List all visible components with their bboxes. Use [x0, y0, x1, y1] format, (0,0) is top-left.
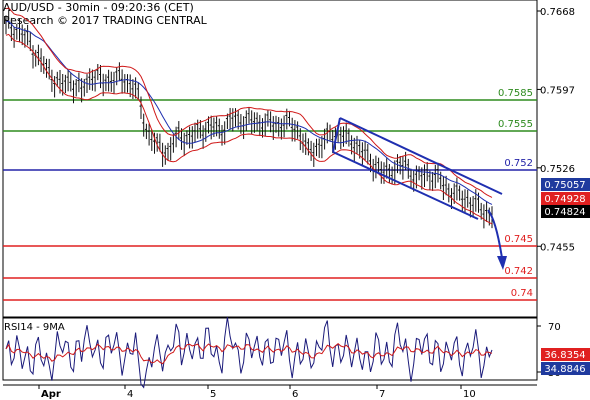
level-label: 0.7555 — [498, 119, 533, 130]
level-label: 0.74 — [511, 288, 533, 299]
rsi-value-label: 36.8354 — [544, 350, 585, 361]
lower-band-line — [5, 33, 493, 225]
rsi-tick-label: 70 — [548, 322, 561, 333]
main-panel-frame — [2, 0, 538, 318]
price-tick-label: 0.7526 — [540, 164, 575, 175]
date-tick-label: 7 — [379, 389, 385, 400]
price-tag-label: 0.75057 — [544, 180, 585, 191]
rsi-line — [5, 317, 493, 389]
rsi-ma-line — [5, 343, 493, 365]
level-label: 0.745 — [504, 234, 533, 245]
chart: 0.76680.75970.75260.74550.75850.75550.75… — [2, 0, 590, 400]
date-tick-label: 4 — [127, 389, 133, 400]
level-label: 0.7585 — [498, 88, 533, 99]
price-bars — [4, 9, 493, 229]
date-tick-label: 6 — [292, 389, 298, 400]
date-tick-label: 10 — [463, 389, 476, 400]
level-label: 0.742 — [504, 266, 533, 277]
rsi-value-label: 34.8846 — [544, 364, 585, 375]
date-tick-label: Apr — [41, 389, 61, 400]
date-tick-label: 5 — [210, 389, 216, 400]
price-tag-label: 0.74928 — [544, 194, 585, 205]
channel-upper-line — [339, 117, 503, 195]
rsi-label: RSI14 - 9MA — [4, 322, 65, 333]
forecast-arrow-shaft — [487, 209, 503, 259]
level-label: 0.752 — [504, 158, 533, 169]
price-tick-label: 0.7455 — [540, 242, 575, 253]
price-tick-label: 0.7597 — [540, 85, 575, 96]
channel-left-edge — [332, 117, 341, 153]
price-tag-label: 0.74824 — [544, 207, 585, 218]
price-tick-label: 0.7668 — [540, 7, 575, 18]
